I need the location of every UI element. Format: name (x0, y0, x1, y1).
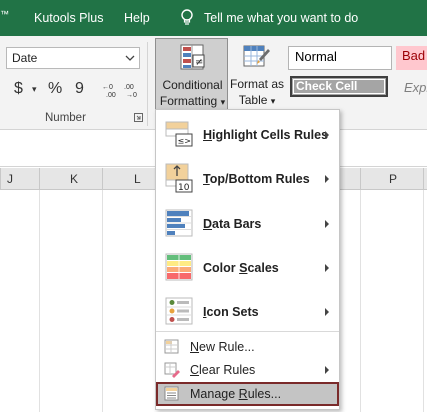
menu-item-icon-sets[interactable]: Icon Sets (156, 293, 339, 329)
new-rule-icon (164, 339, 179, 354)
format-as-table-label-1: Format as (229, 77, 284, 91)
manage-rules-label: Manage Rules... (190, 387, 282, 401)
highlight-cells-rules-label: Highlight Cells Rules (203, 128, 329, 142)
menu-item-top-bottom-rules[interactable]: 10 Top/Bottom Rules (156, 160, 339, 196)
dialog-launcher-icon[interactable] (134, 113, 143, 122)
conditional-formatting-menu: ≤> Highlight Cells Rules 10 Top/Bottom R… (155, 109, 340, 410)
column-divider (423, 168, 424, 190)
accounting-dropdown-icon[interactable]: ▾ (32, 84, 37, 95)
decrease-decimal-icon[interactable]: .00 →0 (124, 82, 144, 103)
menu-item-color-scales[interactable]: Color Scales (156, 249, 339, 285)
column-header-l[interactable]: L (134, 172, 141, 186)
column-header-j[interactable]: J (7, 172, 13, 186)
svg-text:.00: .00 (106, 92, 116, 98)
svg-text:←0: ←0 (102, 84, 113, 91)
menu-item-new-rule[interactable]: New Rule... (156, 336, 339, 358)
chevron-down-icon (125, 55, 135, 61)
submenu-arrow-icon (325, 131, 329, 139)
data-bars-icon (165, 209, 193, 237)
conditional-formatting-label-1: Conditional (162, 78, 223, 92)
grid-line (102, 190, 103, 412)
menu-item-manage-rules[interactable]: Manage Rules... (156, 382, 339, 406)
lightbulb-icon (181, 9, 193, 25)
new-rule-label: New Rule... (190, 340, 255, 354)
submenu-arrow-icon (325, 308, 329, 316)
top-bottom-icon: 10 (165, 163, 193, 193)
style-normal[interactable]: Normal (288, 46, 392, 70)
column-header-p[interactable]: P (389, 172, 397, 186)
svg-text:≠: ≠ (195, 57, 203, 68)
style-explanatory[interactable]: Expl (398, 78, 427, 98)
column-divider (360, 168, 361, 190)
top-bottom-rules-label: Top/Bottom Rules (203, 172, 310, 186)
conditional-formatting-button[interactable]: ≠ Conditional Formatting ▾ (155, 38, 228, 114)
percent-style-button[interactable]: % (48, 80, 62, 98)
grid-line (423, 190, 424, 412)
number-format-select[interactable]: Date (6, 47, 140, 69)
menu-item-highlight-cells-rules[interactable]: ≤> Highlight Cells Rules (156, 116, 339, 152)
tab-kutools-plus[interactable]: Kutools Plus (34, 11, 103, 25)
svg-text:≤>: ≤> (178, 137, 191, 146)
icon-sets-label: Icon Sets (203, 305, 259, 319)
trademark-mark: ™ (0, 9, 9, 19)
grid-line (360, 190, 361, 412)
conditional-formatting-icon: ≠ (180, 44, 205, 70)
tab-help[interactable]: Help (124, 11, 150, 25)
svg-text:10: 10 (178, 183, 190, 193)
manage-rules-icon (164, 386, 179, 401)
tell-me-search[interactable]: Tell me what you want to do (204, 11, 358, 25)
highlight-cells-icon: ≤> (165, 121, 193, 147)
clear-rules-label: Clear Rules (190, 363, 256, 377)
svg-text:→0: →0 (126, 92, 137, 98)
data-bars-label: Data Bars (203, 217, 262, 231)
color-scales-label: Color Scales (203, 261, 279, 275)
menu-item-clear-rules[interactable]: Clear Rules (156, 359, 339, 381)
svg-text:.00: .00 (124, 84, 134, 91)
increase-decimal-icon[interactable]: ←0.00 (102, 82, 124, 103)
format-as-table-icon (243, 45, 270, 67)
number-group-label: Number (45, 112, 86, 124)
group-separator (147, 42, 148, 126)
menu-separator (156, 331, 339, 332)
column-header-k[interactable]: K (70, 172, 78, 186)
column-divider (0, 168, 1, 190)
menu-item-data-bars[interactable]: Data Bars (156, 205, 339, 241)
column-divider (39, 168, 40, 190)
number-format-value: Date (12, 51, 38, 65)
conditional-formatting-label-2: Formatting ▾ (159, 94, 226, 108)
style-check-cell[interactable]: Check Cell (290, 76, 388, 97)
color-scales-icon (165, 253, 193, 281)
submenu-arrow-icon (325, 175, 329, 183)
grid-line (39, 190, 40, 412)
comma-style-button[interactable]: 9 (75, 80, 84, 98)
submenu-arrow-icon (325, 220, 329, 228)
submenu-arrow-icon (325, 366, 329, 374)
format-as-table-button[interactable]: Format as Table ▾ (229, 38, 285, 114)
accounting-format-button[interactable]: $ (14, 80, 23, 98)
eraser-icon (164, 362, 180, 378)
ribbon-tab-bar: ™ Kutools Plus Help Tell me what you wan… (0, 0, 427, 36)
icon-sets-icon (165, 297, 193, 325)
submenu-arrow-icon (325, 264, 329, 272)
style-bad[interactable]: Bad (396, 46, 427, 70)
format-as-table-label-2: Table ▾ (238, 93, 276, 107)
column-divider (102, 168, 103, 190)
